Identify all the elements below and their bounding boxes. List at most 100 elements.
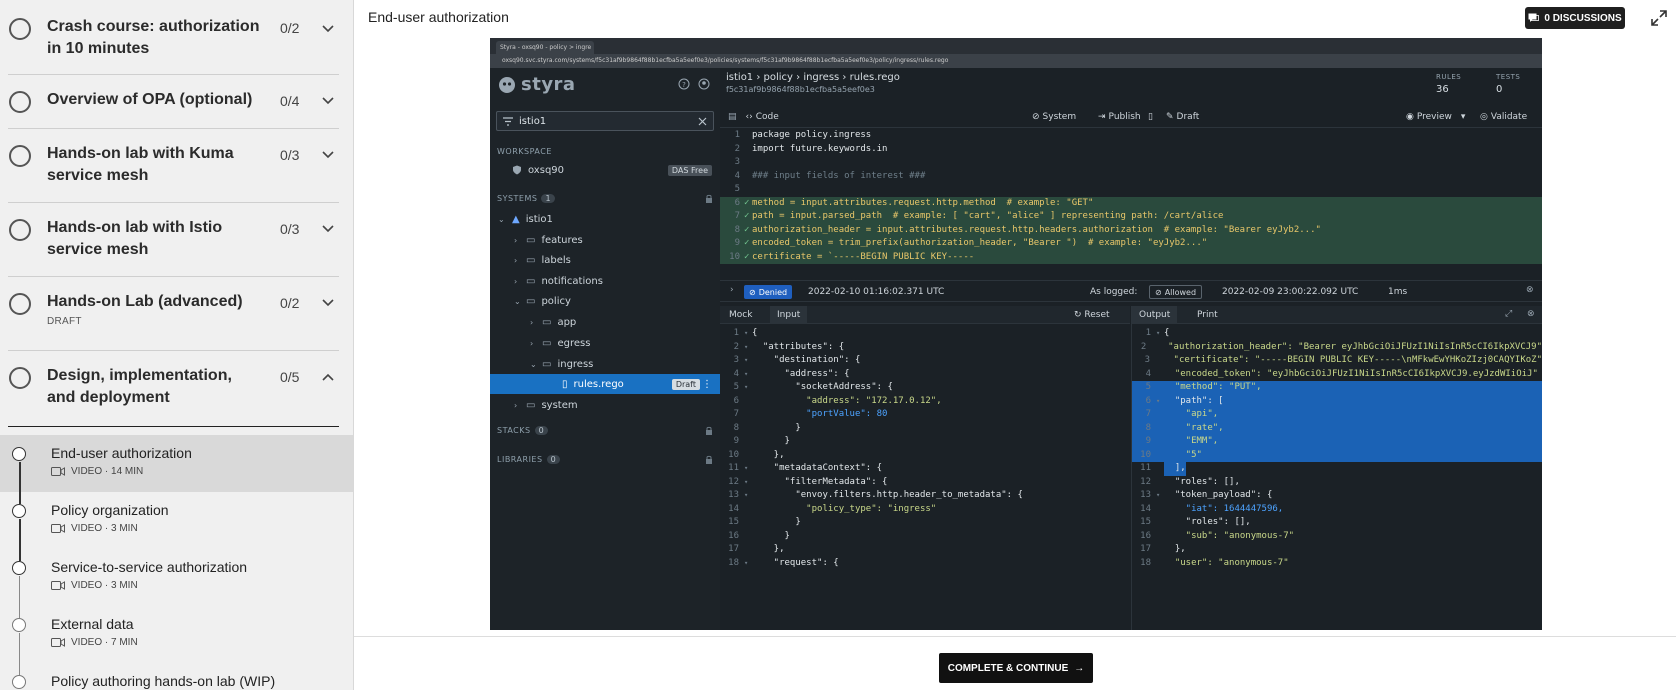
tree-notifications: › ▭ notifications <box>514 275 603 287</box>
filter-icon <box>503 117 513 126</box>
workspace-item: oxsq90 DAS Free <box>490 160 720 180</box>
input-pane-tabs: Mock Input ↻ Reset <box>720 306 1130 324</box>
json-line: 6 ▾ "path": [ <box>1132 394 1542 408</box>
lesson-policy-authoring-lab[interactable]: Policy authoring hands-on lab (WIP) <box>0 663 353 690</box>
json-line: 16 } <box>728 530 790 541</box>
line-number: 8 <box>734 224 740 235</box>
tree-ingress: ⌄ ▭ ingress <box>530 358 594 370</box>
code-text: encoded_token = trim_prefix(authorizatio… <box>752 238 1208 248</box>
fullscreen-icon[interactable] <box>1650 9 1668 27</box>
line-number: 1 <box>734 130 740 140</box>
json-line: 11 ], <box>1132 462 1542 476</box>
chevron-down-icon[interactable] <box>320 222 336 236</box>
chevron-down-icon[interactable] <box>320 296 336 310</box>
chapter-crash-course[interactable]: Crash course: authorization in 10 minute… <box>8 0 339 75</box>
lesson-service-to-service[interactable]: Service-to-service authorization VIDEO ·… <box>0 549 353 618</box>
lesson-header: End-user authorization 0 DISCUSSIONS <box>354 0 1676 36</box>
system-button: ⊘ System <box>1032 112 1076 122</box>
validate-button: ◎ Validate <box>1480 112 1527 122</box>
user-icon <box>698 78 710 90</box>
chapter-istio-lab[interactable]: Hands-on lab with Istio service mesh 0/3 <box>8 203 339 277</box>
tree-label: egress <box>557 337 591 349</box>
styra-logo-icon <box>499 76 515 93</box>
systems-label: SYSTEMS <box>497 194 538 203</box>
chapter-progress-circle <box>9 367 31 389</box>
publish-label: Publish <box>1108 112 1141 122</box>
folder-icon: ▭ <box>526 254 536 266</box>
code-text: import future.keywords.in <box>752 143 888 154</box>
denied-icon: ⊘ <box>749 287 756 297</box>
json-line: 4 ▾ "address": { <box>733 368 850 379</box>
chapter-progress-circle <box>9 91 31 113</box>
json-line: 7 "portValue": 80 <box>733 409 888 419</box>
line-number: 7 <box>734 211 740 221</box>
tree-rules-rego: ▯ rules.rego Draft ⋮ <box>490 374 720 394</box>
code-text: authorization_header = input.attributes.… <box>752 224 1321 235</box>
rules-label: RULES <box>1436 73 1462 81</box>
line-number: 10 <box>729 251 740 262</box>
chapter-overview-opa[interactable]: Overview of OPA (optional) 0/4 <box>8 75 339 129</box>
chevron-down-icon[interactable] <box>320 94 336 108</box>
chapter-kuma-lab[interactable]: Hands-on lab with Kuma service mesh 0/3 <box>8 129 339 203</box>
lesson-policy-organization[interactable]: Policy organization VIDEO · 3 MIN <box>0 492 353 561</box>
tree-label: labels <box>541 254 571 266</box>
tree-policy: ⌄ ▭ policy <box>514 295 571 307</box>
json-line: 1 ▾{ <box>733 328 758 338</box>
tests-label: TESTS <box>1496 73 1521 81</box>
chapter-count: 0/3 <box>280 221 300 237</box>
workspace-name: oxsq90 <box>528 164 565 176</box>
video-player[interactable]: Styra - oxsq90 - policy > ingre oxsq90.s… <box>490 38 1542 630</box>
browser-address-bar: oxsq90.svc.styra.com/systems/f5c31af9b98… <box>490 54 1542 68</box>
chapter-progress-circle <box>9 293 31 315</box>
lesson-title: Policy organization <box>51 502 169 518</box>
json-line: 12 "roles": [], <box>1140 476 1240 487</box>
rules-value: 36 <box>1436 84 1449 95</box>
chevron-up-icon[interactable] <box>320 370 336 384</box>
system-search-input: istio1 <box>496 111 714 131</box>
preview-button: ◉ Preview ▾ <box>1406 112 1465 122</box>
chapter-progress-circle <box>9 219 31 241</box>
eye-icon: ◉ <box>1406 112 1414 122</box>
tree-egress: › ▭ egress <box>530 337 591 349</box>
tree-app: › ▭ app <box>530 316 577 328</box>
video-camera-icon <box>51 524 65 533</box>
chapter-count: 0/2 <box>280 20 300 36</box>
lesson-duration: VIDEO · 3 MIN <box>71 523 138 534</box>
reset-button: ↻ Reset <box>1074 310 1110 320</box>
lesson-meta: VIDEO · 7 MIN <box>51 637 353 648</box>
system-id: f5c31af9b9864f88b1ecfba5a5eef0e3 <box>726 85 875 94</box>
lesson-end-user-authorization[interactable]: End-user authorization VIDEO · 14 MIN <box>0 435 353 504</box>
chevron-down-icon[interactable] <box>320 148 336 162</box>
publish-button: ⇥ Publish <box>1098 112 1141 122</box>
denied-label: Denied <box>758 287 788 297</box>
workspace-header: WORKSPACE <box>497 147 552 156</box>
lesson-external-data[interactable]: External data VIDEO · 7 MIN <box>0 606 353 675</box>
code-line: 7 ✓ path = input.parsed_path # example: [ … <box>720 210 1542 224</box>
json-line: 3 ▾ "destination": { <box>733 355 861 365</box>
json-line: 5 "method": "PUT", <box>1132 381 1542 395</box>
shield-icon <box>513 165 521 175</box>
discussions-button[interactable]: 0 DISCUSSIONS <box>1525 7 1625 29</box>
course-sidebar: Crash course: authorization in 10 minute… <box>0 0 354 690</box>
chapter-design-implementation[interactable]: Design, implementation, and deployment 0… <box>8 351 339 427</box>
tab-mock: Mock <box>729 310 753 320</box>
io-panes: Mock Input ↻ Reset 1 ▾{ 2 ▾ "attributes": … <box>720 306 1542 630</box>
code-text: path = input.parsed_path # example: [ "c… <box>752 211 1224 221</box>
browser-tab-bar: Styra - oxsq90 - policy > ingre <box>490 38 1542 54</box>
json-line: 7 "api", <box>1132 408 1542 422</box>
chapter-advanced-lab[interactable]: Hands-on Lab (advanced) DRAFT 0/2 <box>8 277 339 351</box>
libraries-count: 0 <box>546 455 561 464</box>
tree-labels: › ▭ labels <box>514 254 571 266</box>
code-line: 4 ### input fields of interest ### <box>720 170 1542 184</box>
code-line: 6 ✓ method = input.attributes.request.http… <box>720 196 1542 210</box>
chevron-down-icon[interactable] <box>320 22 336 36</box>
lesson-footer: COMPLETE & CONTINUE → <box>354 636 1676 690</box>
code-line: 9 ✓ encoded_token = trim_prefix(authorizat… <box>720 237 1542 251</box>
chevron-right-icon: › <box>730 285 734 295</box>
allowed-label: Allowed <box>1164 287 1197 297</box>
json-line: 1 ▾{ <box>1145 328 1170 338</box>
complete-continue-button[interactable]: COMPLETE & CONTINUE → <box>939 653 1093 683</box>
policy-breadcrumb: istio1 › policy › ingress › rules.rego <box>726 72 900 83</box>
validate-label: Validate <box>1490 112 1528 122</box>
chapter-count: 0/2 <box>280 295 300 311</box>
